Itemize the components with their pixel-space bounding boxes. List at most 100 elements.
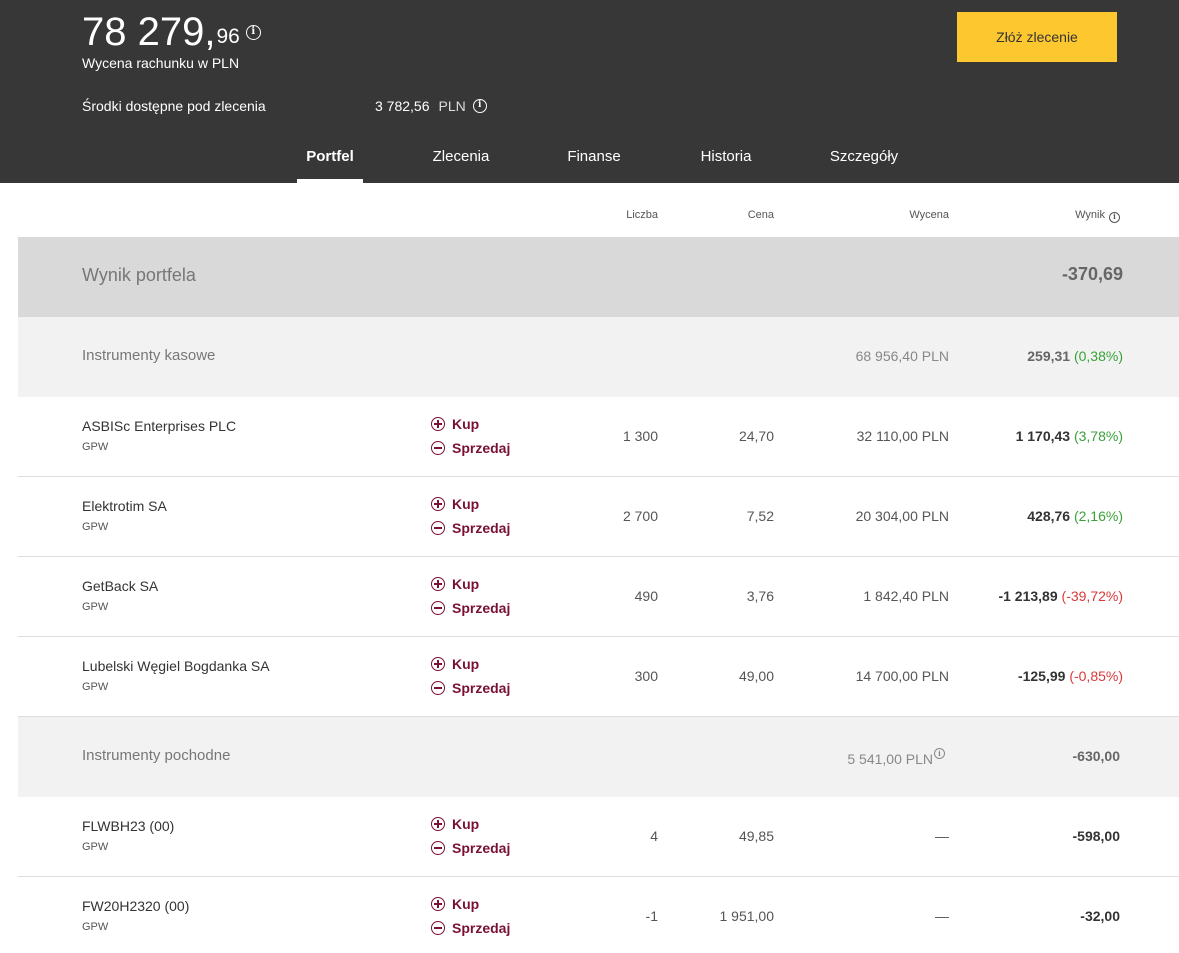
instrument-result-percent: (-39,72%) bbox=[1061, 588, 1123, 604]
buy-label: Kup bbox=[452, 576, 480, 592]
table-row: GetBack SA GPW Kup Sprzedaj 490 3,76 1 8… bbox=[18, 557, 1179, 637]
balance-label: Wycena rachunku w PLN bbox=[82, 55, 240, 71]
group-result-value: 259,31 bbox=[1027, 348, 1071, 364]
sell-button[interactable]: Sprzedaj bbox=[431, 520, 510, 536]
tab-historia[interactable]: Historia bbox=[691, 140, 761, 183]
balance-info-icon[interactable]: i bbox=[245, 25, 261, 40]
sell-label: Sprzedaj bbox=[452, 600, 511, 616]
column-header-price: Cena bbox=[747, 209, 774, 221]
instrument-valuation: — bbox=[935, 908, 949, 924]
portfolio-summary-label: Wynik portfela bbox=[82, 265, 196, 285]
buy-button[interactable]: Kup bbox=[431, 416, 479, 432]
tab-portfel[interactable]: Portfel bbox=[297, 140, 363, 183]
instrument-market: GPW bbox=[82, 681, 109, 693]
column-header-quantity: Liczba bbox=[626, 209, 658, 221]
instrument-quantity: -1 bbox=[645, 908, 658, 924]
column-header-result: Wynik i bbox=[1075, 209, 1120, 223]
instrument-price: 1 951,00 bbox=[719, 908, 775, 924]
tab-finanse[interactable]: Finanse bbox=[560, 140, 628, 183]
instrument-result: -1 213,89 (-39,72%) bbox=[998, 588, 1123, 604]
sell-label: Sprzedaj bbox=[452, 440, 511, 456]
funds-info-icon[interactable]: i bbox=[472, 99, 487, 113]
instrument-valuation: 20 304,00 PLN bbox=[855, 508, 949, 524]
available-funds-amount: 3 782,56 bbox=[375, 98, 430, 114]
instrument-market: GPW bbox=[82, 601, 109, 613]
instrument-result-value: -1 213,89 bbox=[998, 588, 1058, 604]
instrument-quantity: 300 bbox=[634, 668, 658, 684]
balance-decimal: 96 bbox=[216, 25, 240, 48]
buy-label: Kup bbox=[452, 496, 480, 512]
instrument-quantity: 1 300 bbox=[622, 428, 658, 444]
group-result: -630,00 bbox=[1072, 748, 1120, 764]
result-info-icon[interactable]: i bbox=[1109, 212, 1120, 223]
table-row: ASBISc Enterprises PLC GPW Kup Sprzedaj … bbox=[18, 397, 1179, 477]
minus-circle-icon bbox=[431, 521, 445, 535]
plus-circle-icon bbox=[431, 817, 445, 831]
instrument-name[interactable]: Elektrotim SA bbox=[82, 498, 167, 514]
place-order-button[interactable]: Złóż zlecenie bbox=[957, 12, 1117, 62]
table-row: Lubelski Węgiel Bogdanka SA GPW Kup Sprz… bbox=[18, 637, 1179, 717]
buy-label: Kup bbox=[452, 896, 480, 912]
available-funds-value: 3 782,56 PLN i bbox=[375, 98, 487, 114]
instrument-valuation: 14 700,00 PLN bbox=[855, 668, 949, 684]
group-label: Instrumenty pochodne bbox=[82, 747, 231, 764]
instrument-name[interactable]: FLWBH23 (00) bbox=[82, 818, 174, 834]
minus-circle-icon bbox=[431, 841, 445, 855]
plus-circle-icon bbox=[431, 897, 445, 911]
instrument-result-value: -32,00 bbox=[1080, 908, 1120, 924]
account-balance: 78 279, 96 i bbox=[82, 12, 261, 52]
instrument-market: GPW bbox=[82, 921, 109, 933]
instrument-price: 3,76 bbox=[746, 588, 774, 604]
group-valuation: 5 541,00 PLN i bbox=[847, 748, 945, 767]
portfolio-summary-row: Wynik portfela -370,69 bbox=[18, 237, 1179, 317]
available-funds-currency: PLN bbox=[438, 98, 466, 114]
instrument-price: 49,00 bbox=[738, 668, 774, 684]
instrument-result-value: -125,99 bbox=[1017, 668, 1066, 684]
instrument-market: GPW bbox=[82, 841, 109, 853]
instrument-result: 428,76 (2,16%) bbox=[1027, 508, 1123, 524]
buy-button[interactable]: Kup bbox=[431, 496, 479, 512]
minus-circle-icon bbox=[431, 921, 445, 935]
table-row: FW20H2320 (00) GPW Kup Sprzedaj -1 1 951… bbox=[18, 877, 1179, 953]
buy-button[interactable]: Kup bbox=[431, 816, 479, 832]
group-valuation: 68 956,40 PLN bbox=[855, 348, 949, 364]
instrument-name[interactable]: FW20H2320 (00) bbox=[82, 898, 189, 914]
sell-button[interactable]: Sprzedaj bbox=[431, 840, 510, 856]
buy-label: Kup bbox=[452, 416, 480, 432]
instrument-result-percent: (2,16%) bbox=[1073, 508, 1123, 524]
sell-button[interactable]: Sprzedaj bbox=[431, 920, 510, 936]
instrument-result: -125,99 (-0,85%) bbox=[1018, 668, 1123, 684]
tab-szczegoly[interactable]: Szczegóły bbox=[822, 140, 906, 183]
column-header-result-label: Wynik bbox=[1075, 209, 1105, 221]
minus-circle-icon bbox=[431, 601, 445, 615]
buy-label: Kup bbox=[452, 816, 480, 832]
instrument-valuation: — bbox=[935, 828, 949, 844]
group-result-percent: (0,38%) bbox=[1073, 348, 1123, 364]
sell-button[interactable]: Sprzedaj bbox=[431, 600, 510, 616]
instrument-name[interactable]: GetBack SA bbox=[82, 578, 158, 594]
instrument-quantity: 4 bbox=[650, 828, 658, 844]
instrument-result-value: 428,76 bbox=[1027, 508, 1071, 524]
instrument-price: 49,85 bbox=[738, 828, 774, 844]
group-label: Instrumenty kasowe bbox=[82, 347, 216, 364]
available-funds-label: Środki dostępne pod zlecenia bbox=[82, 98, 266, 114]
instrument-name[interactable]: Lubelski Węgiel Bogdanka SA bbox=[82, 658, 270, 674]
buy-button[interactable]: Kup bbox=[431, 576, 479, 592]
instrument-name[interactable]: ASBISc Enterprises PLC bbox=[82, 418, 236, 434]
plus-circle-icon bbox=[431, 497, 445, 511]
account-tabs: Portfel Zlecenia Finanse Historia Szczeg… bbox=[0, 140, 1179, 183]
sell-button[interactable]: Sprzedaj bbox=[431, 680, 510, 696]
sell-label: Sprzedaj bbox=[452, 920, 511, 936]
valuation-info-icon[interactable]: i bbox=[934, 748, 945, 759]
tab-zlecenia[interactable]: Zlecenia bbox=[424, 140, 498, 183]
instrument-result: -598,00 bbox=[1073, 828, 1120, 844]
buy-button[interactable]: Kup bbox=[431, 896, 479, 912]
instrument-market: GPW bbox=[82, 521, 109, 533]
sell-button[interactable]: Sprzedaj bbox=[431, 440, 510, 456]
minus-circle-icon bbox=[431, 441, 445, 455]
instrument-valuation: 32 110,00 PLN bbox=[856, 428, 949, 444]
column-header-valuation: Wycena bbox=[909, 209, 949, 221]
group-result: 259,31 (0,38%) bbox=[1027, 348, 1123, 364]
buy-button[interactable]: Kup bbox=[431, 656, 479, 672]
sell-label: Sprzedaj bbox=[452, 680, 511, 696]
